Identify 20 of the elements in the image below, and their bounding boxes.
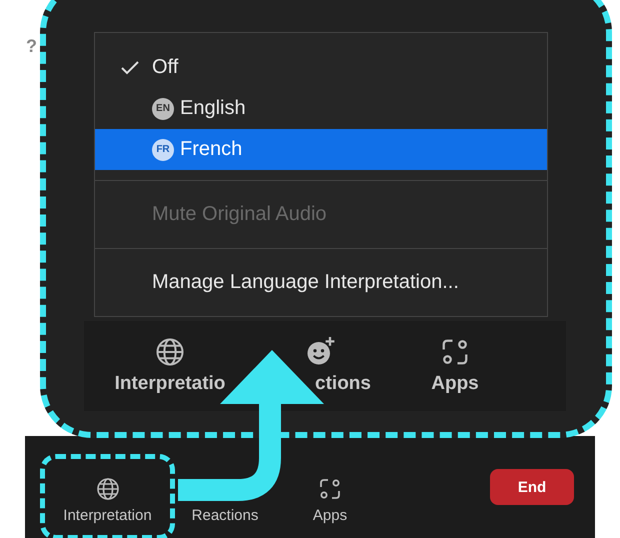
toolbar-label: Interpretatio — [114, 373, 226, 395]
language-option[interactable]: Off — [95, 47, 547, 88]
toolbar-label: ctions — [314, 373, 371, 395]
language-option[interactable]: FR French — [95, 129, 547, 170]
apps-icon — [318, 477, 342, 501]
smiley-plus-icon[interactable] — [305, 337, 335, 367]
globe-icon — [96, 477, 120, 501]
question-mark: ? — [26, 36, 37, 57]
checkmark-icon — [121, 60, 139, 74]
language-option[interactable]: EN English — [95, 88, 547, 129]
toolbar-label: Apps — [431, 373, 479, 395]
end-button[interactable]: End — [490, 469, 574, 505]
toolbar-button[interactable]: Interpretation — [40, 454, 175, 538]
toolbar-button[interactable]: Apps — [275, 454, 385, 538]
globe-icon[interactable] — [155, 337, 185, 367]
language-badge: FR — [152, 138, 174, 160]
apps-icon[interactable] — [440, 337, 470, 367]
language-badge: EN — [152, 98, 174, 120]
menu-item[interactable]: Manage Language Interpretation... — [152, 271, 459, 294]
toolbar-button[interactable]: Reactions — [175, 454, 275, 538]
